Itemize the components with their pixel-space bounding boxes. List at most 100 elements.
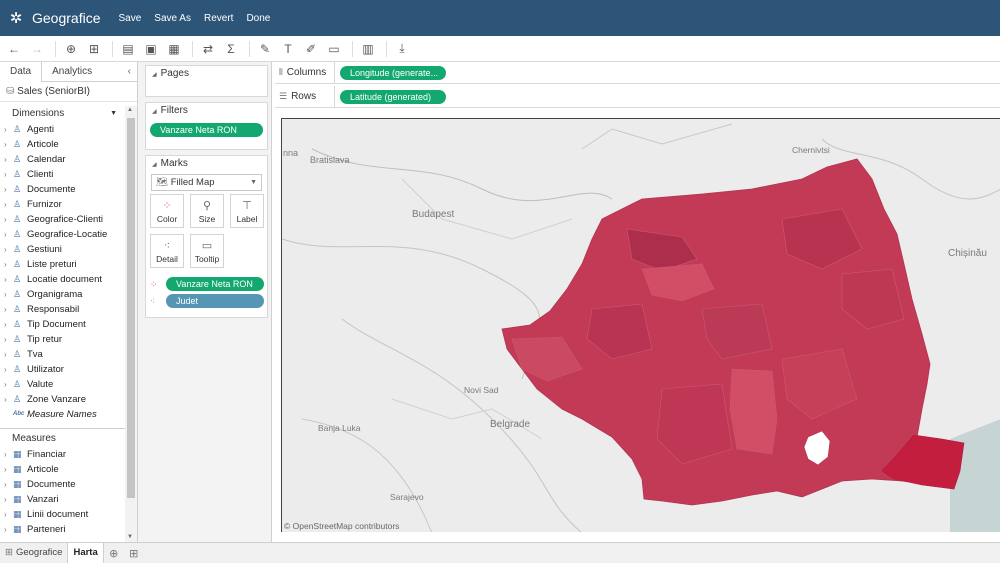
expand-chevron-icon[interactable]: ›	[4, 167, 13, 182]
collapse-triangle-icon[interactable]: ◢	[152, 72, 157, 78]
expand-chevron-icon[interactable]: ›	[4, 122, 13, 137]
filter-pill-vanzare-neta[interactable]: Vanzare Neta RON	[150, 123, 263, 137]
expand-chevron-icon[interactable]: ›	[4, 317, 13, 332]
map-view[interactable]: nna Bratislava Budapest Chernivtsi Chiși…	[281, 118, 1000, 532]
expand-chevron-icon[interactable]: ›	[4, 522, 13, 537]
color-pill-vanzare-neta[interactable]: Vanzare Neta RON	[166, 277, 264, 291]
map-canvas[interactable]: nna Bratislava Budapest Chernivtsi Chiși…	[282, 119, 1000, 532]
highlight-icon[interactable]: ✎	[255, 39, 275, 59]
expand-chevron-icon[interactable]: ›	[4, 332, 13, 347]
new-sheet-icon[interactable]: ▤	[118, 39, 138, 59]
size-button[interactable]: ⚲ Size	[190, 194, 224, 228]
color-button[interactable]: ⁘ Color	[150, 194, 184, 228]
collapse-pane-icon[interactable]: ‹	[122, 62, 137, 82]
dimension-zone-vanzare[interactable]: › ♙ Zone Vanzare	[0, 392, 125, 407]
scroll-up-icon[interactable]: ▲	[127, 107, 133, 113]
dimension-tip-document[interactable]: › ♙ Tip Document	[0, 317, 125, 332]
save-button[interactable]: Save	[118, 13, 141, 24]
scroll-down-icon[interactable]: ▼	[127, 534, 133, 540]
collapse-triangle-icon[interactable]: ◢	[152, 109, 157, 115]
measure-linii-document[interactable]: › ▦ Linii document	[0, 507, 125, 522]
data-pane-scrollbar[interactable]: ▲ ▼	[125, 106, 137, 542]
expand-chevron-icon[interactable]: ›	[4, 137, 13, 152]
pause-updates-icon[interactable]: ⊞	[84, 39, 104, 59]
measure-vanzari[interactable]: › ▦ Vanzari	[0, 492, 125, 507]
expand-chevron-icon[interactable]: ›	[4, 507, 13, 522]
duplicate-sheet-icon[interactable]: ▣	[141, 39, 161, 59]
sheet-tab-harta[interactable]: Harta	[67, 543, 104, 563]
dimension-gestiuni[interactable]: › ♙ Gestiuni	[0, 242, 125, 257]
expand-chevron-icon[interactable]: ›	[4, 257, 13, 272]
show-me-icon[interactable]: ▥	[358, 39, 378, 59]
tab-analytics[interactable]: Analytics	[42, 62, 102, 82]
collapse-triangle-icon[interactable]: ◢	[152, 162, 157, 168]
fit-icon[interactable]: ▭	[324, 39, 344, 59]
dimension-liste-preturi[interactable]: › ♙ Liste preturi	[0, 257, 125, 272]
scroll-thumb[interactable]	[127, 118, 135, 498]
dimension-valute[interactable]: › ♙ Valute	[0, 377, 125, 392]
download-icon[interactable]: ⤓	[392, 39, 412, 59]
expand-chevron-icon[interactable]: ›	[4, 197, 13, 212]
dimension-tip-retur[interactable]: › ♙ Tip retur	[0, 332, 125, 347]
dimension-articole[interactable]: › ♙ Articole	[0, 137, 125, 152]
new-data-source-icon[interactable]: ⊕	[61, 39, 81, 59]
expand-chevron-icon[interactable]: ›	[4, 227, 13, 242]
mark-type-select[interactable]: 🗺 Filled Map ▼	[151, 174, 262, 191]
detail-button[interactable]: ⁖ Detail	[150, 234, 184, 268]
expand-chevron-icon[interactable]: ›	[4, 302, 13, 317]
expand-chevron-icon[interactable]: ›	[4, 212, 13, 227]
expand-chevron-icon[interactable]: ›	[4, 152, 13, 167]
expand-chevron-icon[interactable]: ›	[4, 377, 13, 392]
measure-parteneri[interactable]: › ▦ Parteneri	[0, 522, 125, 537]
dimension-geografice-clienti[interactable]: › ♙ Geografice-Clienti	[0, 212, 125, 227]
expand-chevron-icon[interactable]: ›	[4, 347, 13, 362]
dimension-organigrama[interactable]: › ♙ Organigrama	[0, 287, 125, 302]
dimension-clienti[interactable]: › ♙ Clienti	[0, 167, 125, 182]
expand-chevron-icon[interactable]: ›	[4, 242, 13, 257]
filters-card[interactable]: ◢ Filters Vanzare Neta RON	[145, 102, 268, 150]
dimensions-menu-icon[interactable]: ▼	[110, 106, 117, 122]
new-dashboard-icon[interactable]: ⊞	[124, 543, 144, 563]
app-logo-icon[interactable]: ✲	[0, 9, 32, 27]
expand-chevron-icon[interactable]: ›	[4, 272, 13, 287]
done-button[interactable]: Done	[246, 13, 270, 24]
annotate-icon[interactable]: ✐	[301, 39, 321, 59]
expand-chevron-icon[interactable]: ›	[4, 477, 13, 492]
dimension-documente[interactable]: › ♙ Documente	[0, 182, 125, 197]
dimension-utilizator[interactable]: › ♙ Utilizator	[0, 362, 125, 377]
measure-articole[interactable]: › ▦ Articole	[0, 462, 125, 477]
rows-shelf[interactable]: ☰ Rows Latitude (generated)	[275, 86, 1000, 108]
tab-data[interactable]: Data	[0, 62, 43, 82]
map-attribution[interactable]: © OpenStreetMap contributors	[284, 521, 399, 531]
pages-card[interactable]: ◢ Pages	[145, 65, 268, 97]
expand-chevron-icon[interactable]: ›	[4, 392, 13, 407]
swap-icon[interactable]: ⇄	[198, 39, 218, 59]
dimension-calendar[interactable]: › ♙ Calendar	[0, 152, 125, 167]
dimension-locatie-document[interactable]: › ♙ Locatie document	[0, 272, 125, 287]
dimension-furnizor[interactable]: › ♙ Furnizor	[0, 197, 125, 212]
undo-icon[interactable]: ←	[4, 39, 24, 59]
sheet-tab-geografice[interactable]: ⊞ Geografice	[0, 543, 67, 563]
data-source[interactable]: ⛁ Sales (SeniorBI)	[0, 82, 137, 102]
totals-icon[interactable]: Σ	[221, 39, 241, 59]
measure-documente[interactable]: › ▦ Documente	[0, 477, 125, 492]
measure-financiar[interactable]: › ▦ Financiar	[0, 447, 125, 462]
redo-icon[interactable]: →	[27, 39, 47, 59]
dimension-responsabil[interactable]: › ♙ Responsabil	[0, 302, 125, 317]
rows-pill-latitude[interactable]: Latitude (generated)	[340, 90, 446, 104]
expand-chevron-icon[interactable]: ›	[4, 462, 13, 477]
label-icon[interactable]: T	[278, 39, 298, 59]
detail-pill-judet[interactable]: Judet	[166, 294, 264, 308]
revert-button[interactable]: Revert	[204, 13, 233, 24]
clear-sheet-icon[interactable]: ▦	[164, 39, 184, 59]
tooltip-button[interactable]: ▭ Tooltip	[190, 234, 224, 268]
expand-chevron-icon[interactable]: ›	[4, 287, 13, 302]
columns-pill-longitude[interactable]: Longitude (generate...	[340, 66, 446, 80]
columns-shelf[interactable]: ⫴ Columns Longitude (generate...	[275, 62, 1000, 84]
expand-chevron-icon[interactable]: ›	[4, 182, 13, 197]
dimension-geografice-locatie[interactable]: › ♙ Geografice-Locatie	[0, 227, 125, 242]
new-worksheet-icon[interactable]: ⊕	[104, 543, 124, 563]
label-button[interactable]: ⊤ Label	[230, 194, 264, 228]
expand-chevron-icon[interactable]: ›	[4, 362, 13, 377]
expand-chevron-icon[interactable]: ›	[4, 447, 13, 462]
